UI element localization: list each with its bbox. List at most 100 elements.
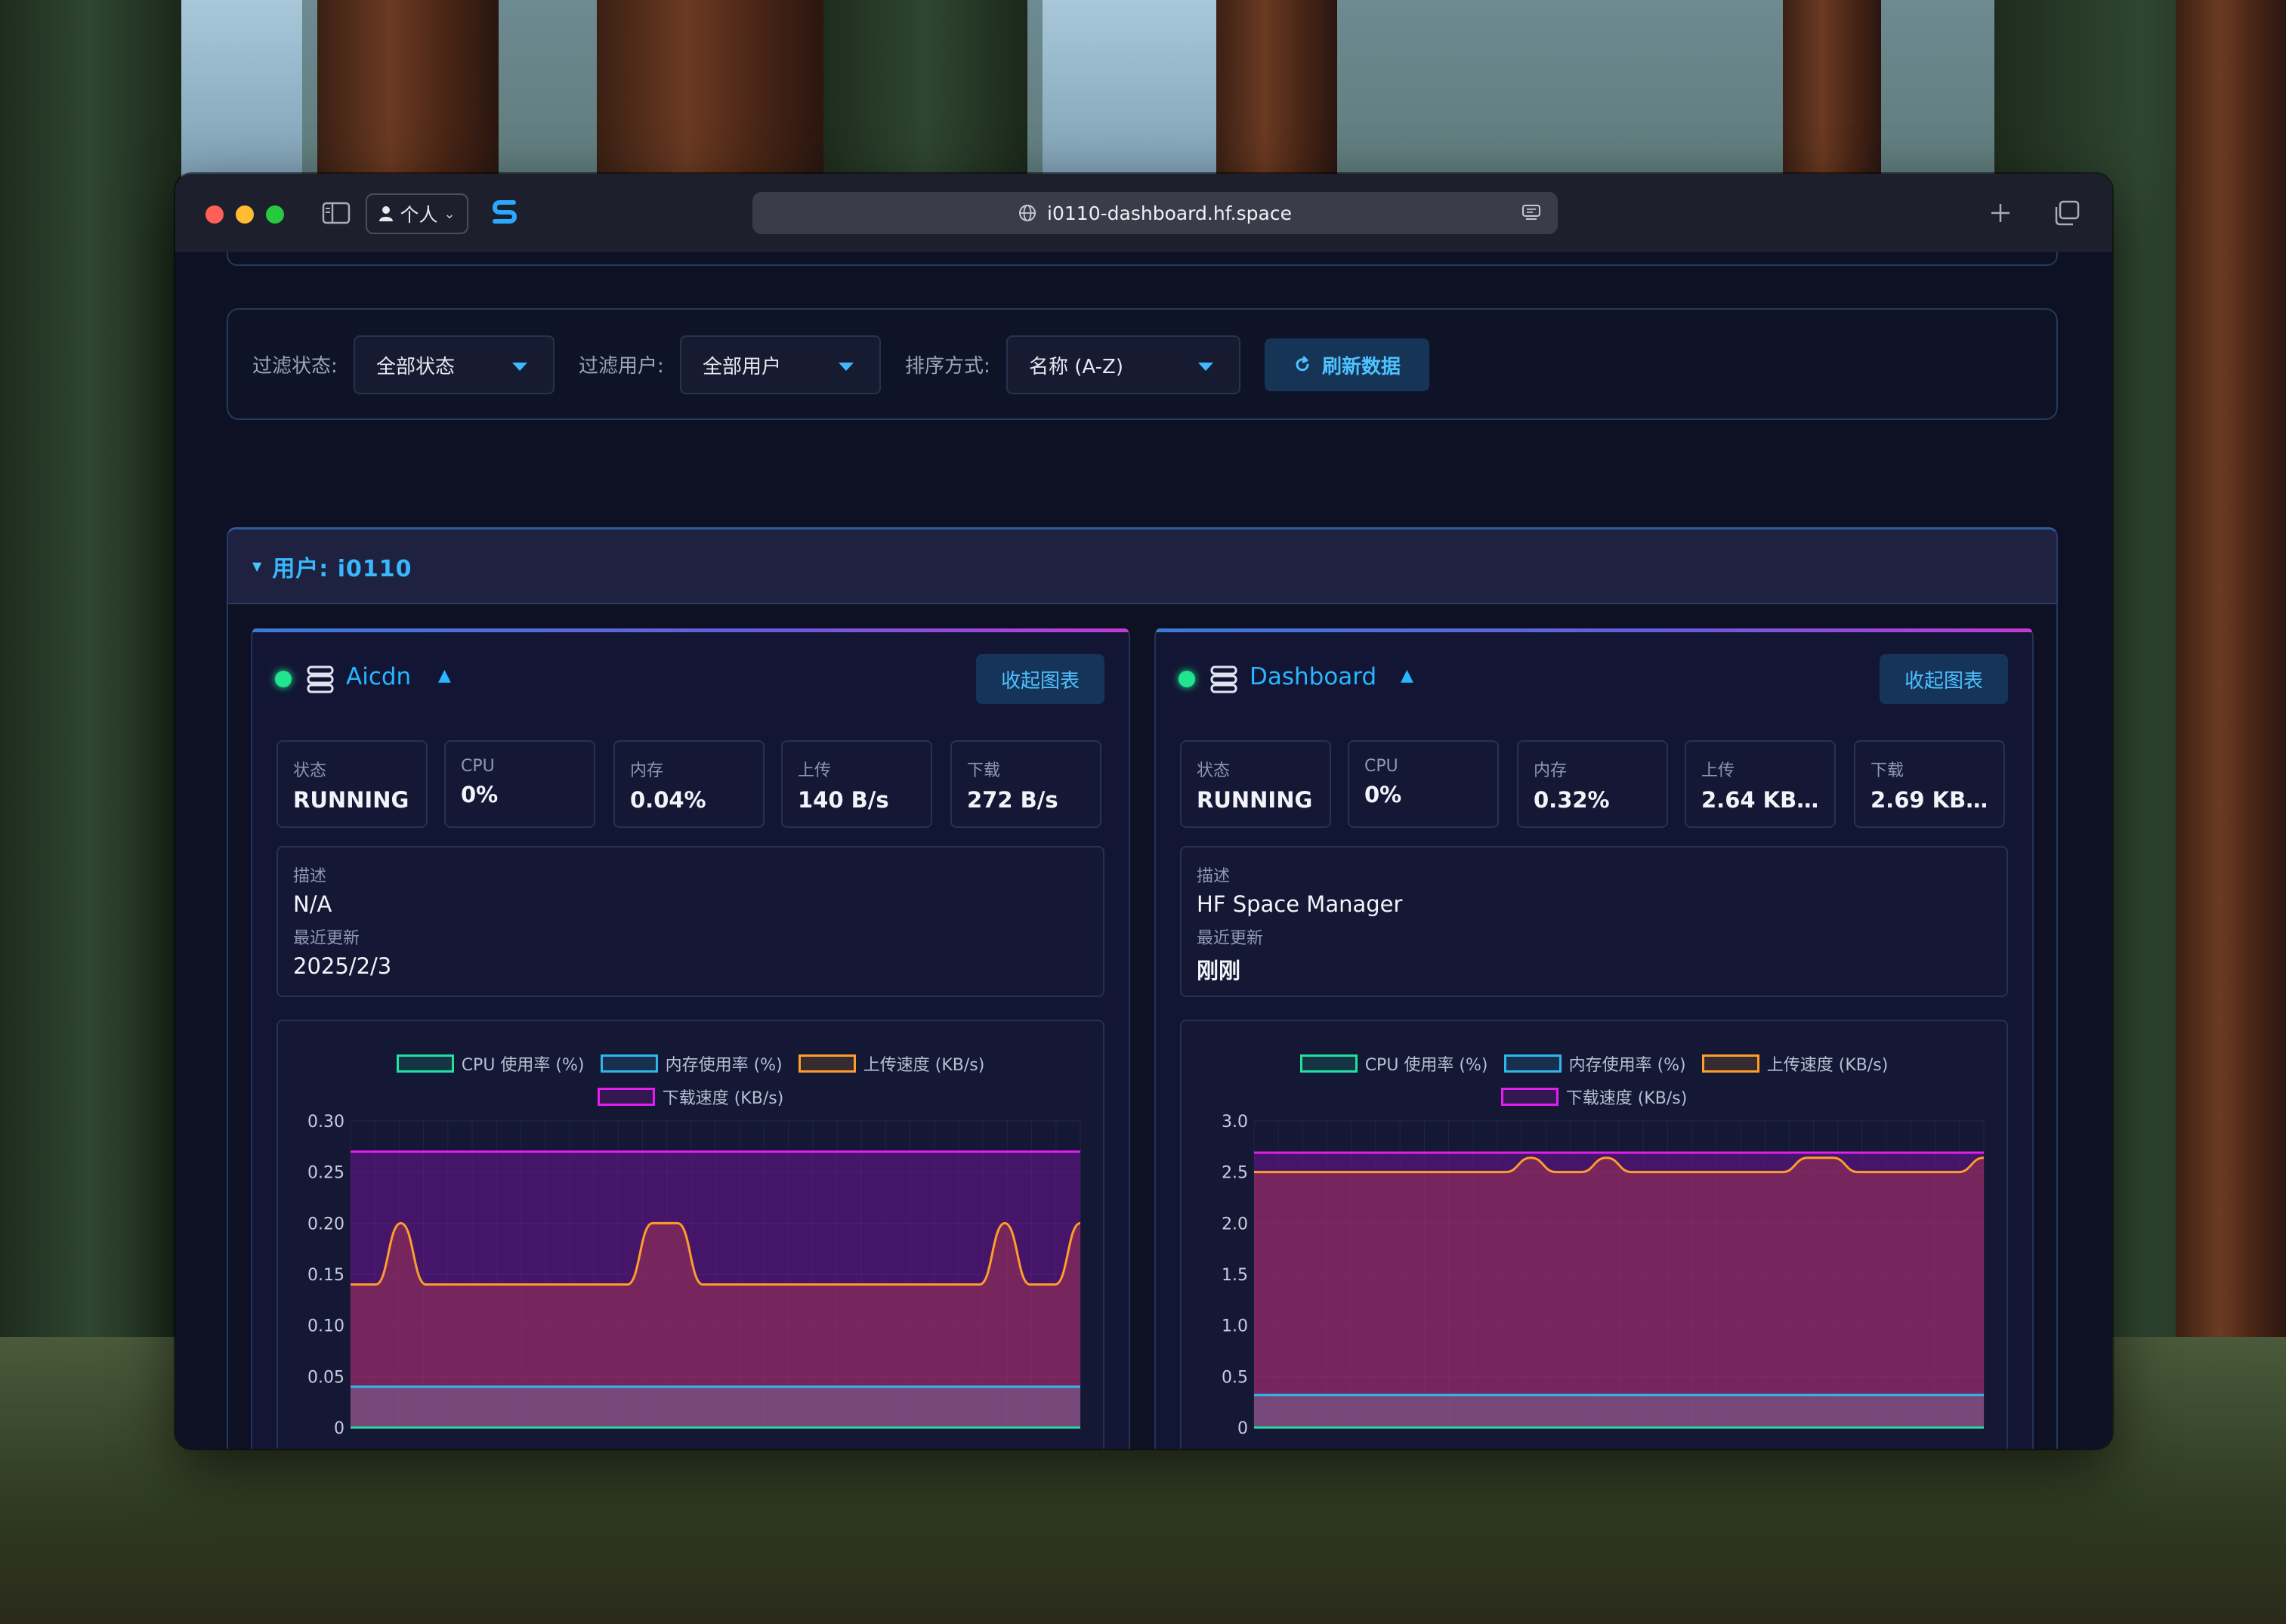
- legend-item-download[interactable]: 下载速度 (KB/s): [1500, 1080, 1687, 1113]
- sidebar-toggle-icon[interactable]: [322, 201, 351, 225]
- legend-swatch: [396, 1054, 454, 1073]
- legend-label: 内存使用率 (%): [1568, 1056, 1686, 1075]
- sort-label: 排序方式:: [905, 355, 990, 378]
- y-tick-label: 0: [334, 1419, 344, 1438]
- profile-switcher[interactable]: 个人 ⌄: [366, 193, 468, 234]
- series-area-upload: [1254, 1157, 1984, 1428]
- collapse-chart-button[interactable]: 收起图表: [1880, 654, 2008, 704]
- y-tick-label: 0.10: [307, 1317, 344, 1336]
- header-panel-edge: [227, 252, 2058, 266]
- stat-value: 0.04%: [630, 787, 706, 813]
- legend-label: CPU 使用率 (%): [461, 1056, 585, 1075]
- stat-label: 上传: [1701, 761, 1735, 780]
- metrics-chart: 0 0.05 0.10 0.15 0.20 0.25 0.30 CPU 使用率 (%) 内存…: [276, 1020, 1104, 1449]
- stat-value: 2.69 KB...: [1871, 787, 1988, 813]
- updated-label: 最近更新: [1197, 929, 1264, 948]
- stat-status: 状态 RUNNING: [1180, 740, 1331, 828]
- collapse-chart-button[interactable]: 收起图表: [976, 654, 1104, 704]
- updated-value: 刚刚: [1197, 958, 1241, 983]
- globe-icon: [1019, 205, 1036, 221]
- legend-item-memory[interactable]: 内存使用率 (%): [1503, 1047, 1686, 1080]
- stat-label: 下载: [1871, 761, 1904, 780]
- minimize-window-button[interactable]: [236, 205, 254, 224]
- y-tick-label: 0: [1237, 1419, 1248, 1438]
- browser-toolbar: 个人 ⌄ i0110-dashboard.hf.space: [175, 174, 2112, 254]
- legend-swatch: [600, 1054, 658, 1073]
- sort-up-icon[interactable]: ▲: [438, 666, 451, 685]
- stat-label: 状态: [293, 761, 327, 780]
- legend-item-upload[interactable]: 上传速度 (KB/s): [1701, 1047, 1889, 1080]
- legend-item-memory[interactable]: 内存使用率 (%): [600, 1047, 783, 1080]
- page-content: 过滤状态: 全部状态 过滤用户: 全部用户 排序方式: 名称 (A-Z) 刷新数: [175, 252, 2112, 1449]
- description-label: 描述: [293, 867, 327, 886]
- legend-item-cpu[interactable]: CPU 使用率 (%): [396, 1047, 585, 1080]
- stat-label: CPU: [461, 757, 495, 776]
- legend-label: 上传速度 (KB/s): [1766, 1056, 1889, 1075]
- stat-label: 内存: [630, 761, 664, 780]
- url-text: i0110-dashboard.hf.space: [1047, 202, 1292, 224]
- legend-swatch: [1500, 1088, 1558, 1106]
- legend-item-download[interactable]: 下载速度 (KB/s): [597, 1080, 783, 1113]
- y-tick-label: 0.5: [1222, 1368, 1248, 1387]
- stat-cpu: CPU 0%: [444, 740, 595, 828]
- stat-value: RUNNING: [1197, 787, 1313, 813]
- legend-swatch: [798, 1054, 856, 1073]
- chart-legend: CPU 使用率 (%) 内存使用率 (%) 上传速度 (KB/s) 下载速度 (…: [1182, 1047, 2006, 1113]
- updated-value: 2025/2/3: [293, 953, 392, 979]
- stat-value: 0.32%: [1534, 787, 1610, 813]
- legend-swatch: [1503, 1054, 1562, 1073]
- zoom-window-button[interactable]: [266, 205, 284, 224]
- stat-upload: 上传 140 B/s: [781, 740, 932, 828]
- legend-swatch: [597, 1088, 655, 1106]
- app-logo-icon[interactable]: [491, 196, 518, 227]
- refresh-button[interactable]: 刷新数据: [1265, 338, 1429, 391]
- updated-label: 最近更新: [293, 929, 360, 948]
- chevron-down-icon: [1198, 363, 1213, 371]
- y-tick-label: 1.5: [1222, 1266, 1248, 1285]
- server-icon: [1210, 665, 1237, 693]
- description-value: HF Space Manager: [1197, 891, 1403, 917]
- stat-memory: 内存 0.04%: [613, 740, 765, 828]
- space-name[interactable]: Dashboard: [1250, 663, 1376, 690]
- close-window-button[interactable]: [205, 205, 224, 224]
- legend-label: 上传速度 (KB/s): [863, 1056, 985, 1075]
- stat-label: CPU: [1364, 757, 1398, 776]
- description-value: N/A: [293, 891, 332, 917]
- legend-item-upload[interactable]: 上传速度 (KB/s): [798, 1047, 985, 1080]
- legend-item-cpu[interactable]: CPU 使用率 (%): [1299, 1047, 1488, 1080]
- card-accent-line: [1156, 628, 2032, 632]
- stat-label: 状态: [1197, 761, 1231, 780]
- legend-swatch: [1701, 1054, 1759, 1073]
- chevron-down-icon: ⌄: [443, 205, 456, 222]
- filter-bar: 过滤状态: 全部状态 过滤用户: 全部用户 排序方式: 名称 (A-Z) 刷新数: [227, 308, 2058, 420]
- expand-triangle-icon: ▼: [252, 559, 262, 573]
- y-tick-label: 3.0: [1222, 1113, 1248, 1132]
- user-group-title: 用户: i0110: [272, 555, 412, 582]
- user-filter-select[interactable]: 全部用户: [680, 335, 881, 394]
- reader-mode-icon[interactable]: [1521, 204, 1541, 222]
- status-dot: [275, 671, 292, 687]
- status-filter-select[interactable]: 全部状态: [354, 335, 555, 394]
- y-tick-label: 0.05: [307, 1368, 344, 1387]
- refresh-icon: [1296, 356, 1309, 372]
- legend-label: CPU 使用率 (%): [1364, 1056, 1488, 1075]
- stat-status: 状态 RUNNING: [276, 740, 428, 828]
- legend-swatch: [1299, 1054, 1358, 1073]
- sort-up-icon[interactable]: ▲: [1401, 666, 1413, 685]
- sort-select[interactable]: 名称 (A-Z): [1006, 335, 1240, 394]
- status-filter-label: 过滤状态:: [252, 355, 338, 378]
- tab-overview-icon[interactable]: [2053, 199, 2081, 227]
- user-group-header[interactable]: ▼ 用户: i0110: [227, 527, 2058, 604]
- stat-label: 下载: [967, 761, 1001, 780]
- y-tick-label: 0.15: [307, 1266, 344, 1285]
- space-name[interactable]: Aicdn: [346, 663, 411, 690]
- description-panel: 描述 N/A 最近更新 2025/2/3: [276, 846, 1104, 997]
- new-tab-icon[interactable]: [1988, 201, 2013, 225]
- address-bar[interactable]: i0110-dashboard.hf.space: [752, 192, 1558, 234]
- description-panel: 描述 HF Space Manager 最近更新 刚刚: [1180, 846, 2008, 997]
- refresh-label: 刷新数据: [1321, 355, 1401, 378]
- y-tick-label: 1.0: [1222, 1317, 1248, 1336]
- description-label: 描述: [1197, 867, 1231, 886]
- status-filter-value: 全部状态: [376, 355, 456, 378]
- stat-value: 2.64 KB/...: [1701, 787, 1819, 813]
